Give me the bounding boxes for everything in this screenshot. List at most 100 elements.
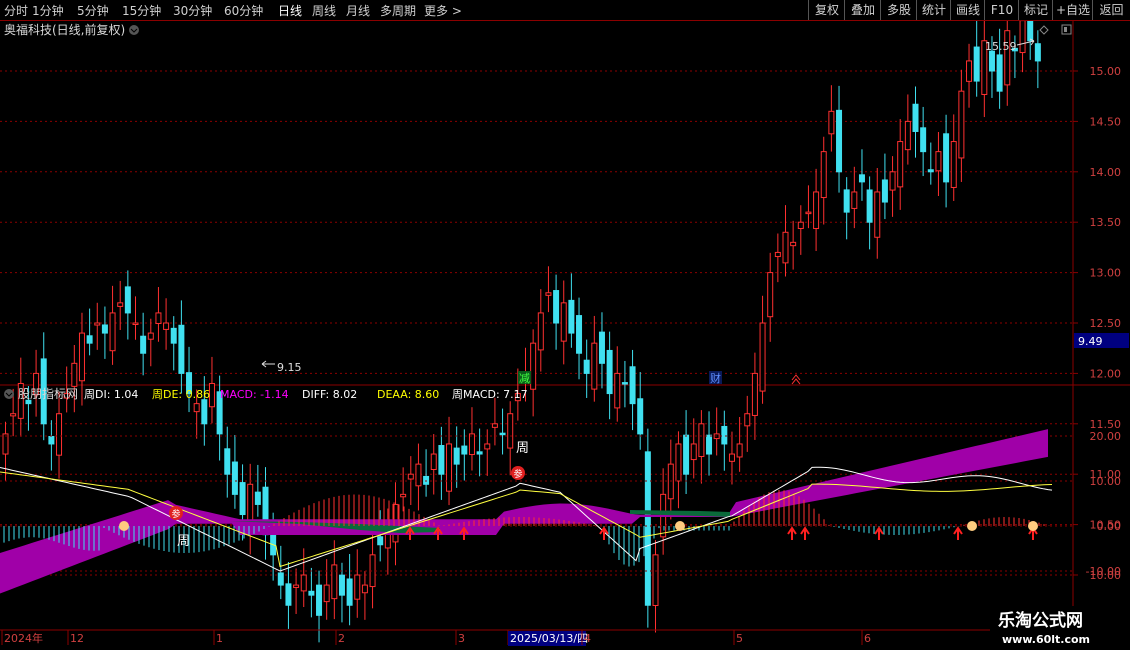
indicator-value: DEAA: 8.60 [377, 388, 439, 401]
date-label: 2025/03/13/四 [510, 632, 588, 645]
buy-arrow-icon [787, 526, 797, 540]
period-tab-intraday[interactable]: 分时 [4, 2, 28, 19]
date-label: 4 [584, 632, 591, 645]
candle-body [1034, 43, 1041, 62]
period-tab-5min[interactable]: 5分钟 [77, 2, 109, 19]
high-price-marker: 15.59 [985, 40, 1017, 53]
candle-body [377, 536, 384, 546]
candle-body [323, 584, 330, 603]
candle-body [583, 359, 590, 374]
candle-body [117, 302, 124, 307]
candle-body [858, 174, 865, 183]
candle-body [361, 584, 368, 594]
candle-body [912, 103, 919, 132]
candle-body [224, 448, 231, 475]
back-button[interactable]: 返回 [1092, 0, 1130, 20]
candle-body [346, 578, 353, 606]
chart-area[interactable]: 15.00 14.50 14.00 13.50 13.00 12.50 12.00 11.50… [0, 21, 1130, 650]
indicator-value: DIFF: 8.02 [302, 388, 357, 401]
indicator-tick-label: -10.00 [1086, 565, 1121, 578]
period-tab-60min[interactable]: 60分钟 [224, 2, 263, 19]
candle-body [767, 272, 774, 318]
candle-body [140, 335, 147, 354]
candle-body [507, 413, 514, 449]
candle-body [163, 322, 170, 330]
multi-stock-button[interactable]: 多股 [880, 0, 917, 20]
candle-body [178, 324, 185, 374]
indicator-tick-label: 10.00 [1090, 475, 1122, 488]
buy-arrow-icon [874, 526, 884, 540]
candle-body [927, 169, 934, 173]
candle-body [560, 302, 567, 342]
indicator-panel: 20.0010.000.00-10.00 参参 股朋指标网 周DI: 1.04 周… [0, 386, 1121, 594]
candle-body [239, 482, 246, 516]
date-label: 5 [736, 632, 743, 645]
candle-body [446, 443, 453, 492]
indicator-tick-label: 0.00 [1097, 520, 1122, 533]
candle-body [468, 433, 475, 456]
candle-body [300, 574, 307, 592]
weekly-label-lower: 周 [177, 534, 190, 549]
candle-body [1004, 30, 1011, 86]
signal-badge-text: 参 [513, 468, 522, 480]
finance-marker[interactable]: 财 [710, 371, 721, 385]
date-label: 6 [864, 632, 871, 645]
indicator-tick-label: 20.00 [1090, 430, 1122, 443]
double-up-arrow-icon [791, 374, 801, 385]
candle-body [996, 54, 1003, 92]
reduce-holding-marker[interactable]: 减 [519, 372, 530, 385]
watermark-name: 乐淘公式网 [998, 610, 1083, 631]
candle-body [316, 584, 323, 616]
candle-body [805, 211, 812, 215]
period-tab-daily[interactable]: 日线 [278, 2, 302, 19]
candle-body [48, 435, 55, 445]
candle-body [904, 120, 911, 151]
price-panel: 15.00 14.50 14.00 13.50 13.00 12.50 12.00 11.50… [0, 21, 1130, 650]
draw-line-button[interactable]: 画线 [950, 0, 985, 20]
price-tick-label: 13.50 [1090, 216, 1122, 229]
period-tab-1min[interactable]: 1分钟 [32, 2, 64, 19]
candle-body [476, 451, 483, 455]
candle-body [201, 399, 208, 425]
candle-body [644, 451, 651, 606]
f10-button[interactable]: F10 [984, 0, 1019, 20]
mark-button[interactable]: 标记 [1018, 0, 1053, 20]
indicator-dropdown-icon[interactable] [4, 389, 14, 399]
low-price-marker: 9.15 [277, 361, 302, 374]
stock-title: 奥福科技(日线,前复权) [4, 22, 125, 37]
current-price-label: 9.49 [1078, 335, 1103, 348]
candle-body [331, 564, 338, 600]
hand-pointer-icon [967, 521, 977, 531]
period-tab-15min[interactable]: 15分钟 [122, 2, 161, 19]
period-tab-30min[interactable]: 30分钟 [173, 2, 212, 19]
period-tab-monthly[interactable]: 月线 [346, 2, 370, 19]
statistics-button[interactable]: 统计 [916, 0, 951, 20]
candle-body [553, 290, 560, 324]
add-watchlist-button[interactable]: +自选 [1052, 0, 1093, 20]
candle-body [438, 445, 445, 475]
overlay-button[interactable]: 叠加 [844, 0, 881, 20]
candle-body [101, 324, 108, 334]
candle-body [736, 443, 743, 458]
period-tab-weekly[interactable]: 周线 [312, 2, 336, 19]
candle-body [843, 189, 850, 213]
diamond-icon[interactable] [1039, 25, 1049, 35]
candle-body [415, 463, 422, 487]
title-dropdown-icon[interactable] [129, 25, 139, 35]
candle-body [78, 332, 85, 382]
candle-body [751, 372, 758, 416]
watermark-url: www.60lt.com [1002, 633, 1090, 646]
candle-body [354, 574, 361, 600]
buy-arrow-icon [800, 526, 810, 540]
period-tab-multi[interactable]: 多周期 [380, 2, 416, 19]
candle-body [576, 315, 583, 354]
restore-rights-button[interactable]: 复权 [808, 0, 845, 20]
candle-body [728, 453, 735, 462]
candle-body [797, 221, 804, 229]
candle-body [285, 583, 292, 606]
candle-body [988, 50, 995, 72]
period-tab-more[interactable]: 更多 > [424, 2, 462, 19]
candle-body [881, 179, 888, 203]
candle-body [652, 554, 659, 606]
price-tick-label: 12.50 [1090, 317, 1122, 330]
